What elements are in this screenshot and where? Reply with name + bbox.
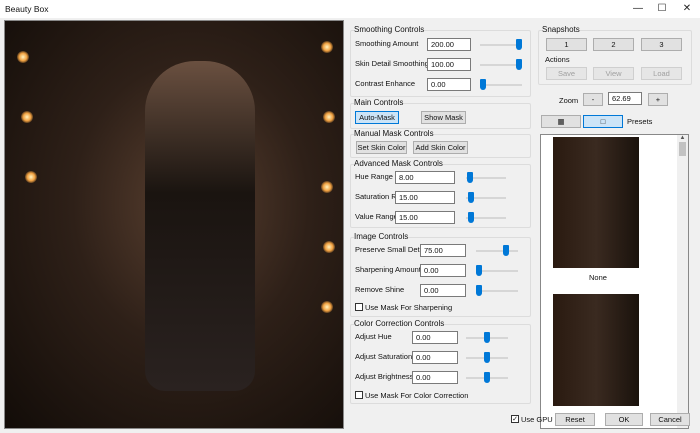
slider-thumb[interactable] [476,265,482,276]
grid-view-button[interactable]: ▦ [541,115,581,128]
window-title: Beauty Box [5,4,49,14]
single-view-icon: □ [600,117,606,126]
value-input[interactable]: 0.00 [412,371,458,384]
value-input[interactable]: 0.00 [427,78,471,91]
zoom-out-button[interactable]: - [583,93,603,106]
preview-image[interactable] [4,20,344,429]
value-input[interactable]: 75.00 [420,244,466,257]
slider-thumb[interactable] [484,332,490,343]
slider-thumb[interactable] [467,192,474,203]
presets-scrollbar[interactable]: ▲ [677,135,688,428]
save-button[interactable]: Save [546,67,587,80]
image-title: Image Controls [354,232,409,241]
color-title: Color Correction Controls [354,319,445,328]
field-label: Hue Range [355,172,393,181]
title-bar: Beauty Box — ☐ ✕ [0,0,700,18]
view-button[interactable]: View [593,67,634,80]
field-label: Skin Detail Smoothing [355,59,429,68]
grid-view-icon: ▦ [557,117,565,126]
main-title: Main Controls [354,98,404,107]
value-input[interactable]: 0.00 [412,331,458,344]
snapshot-3-button[interactable]: 3 [641,38,682,51]
use-mask-color-checkbox[interactable] [355,391,363,399]
slider-thumb[interactable] [467,172,474,183]
zoom-in-button[interactable]: + [648,93,668,106]
slider-track[interactable] [476,250,518,252]
slider-thumb[interactable] [480,79,486,90]
field-label: Sharpening Amount [355,265,421,274]
field-label: Value Range [355,212,398,221]
use-mask-sharpening-label: Use Mask For Sharpening [365,303,453,312]
use-mask-color-label: Use Mask For Color Correction [365,391,469,400]
load-button[interactable]: Load [641,67,682,80]
zoom-label: Zoom [559,96,579,105]
show-mask-button[interactable]: Show Mask [421,111,466,124]
slider-thumb[interactable] [484,372,490,383]
value-input[interactable]: 15.00 [395,211,455,224]
slider-track[interactable] [476,270,518,272]
auto-mask-button[interactable]: Auto-Mask [355,111,399,124]
maximize-button[interactable]: ☐ [650,2,674,16]
snapshot-2-button[interactable]: 2 [593,38,634,51]
slider-thumb[interactable] [467,212,474,223]
smoothing-title: Smoothing Controls [354,25,425,34]
field-label: Adjust Hue [355,332,392,341]
cancel-button[interactable]: Cancel [650,413,690,426]
zoom-input[interactable]: 62.69 [608,92,642,105]
single-view-button[interactable]: □ [583,115,623,128]
slider-thumb[interactable] [476,285,482,296]
slider-thumb[interactable] [503,245,509,256]
use-gpu-checkbox[interactable]: ✓ [511,415,519,423]
field-label: Adjust Brightness [355,372,414,381]
slider-track[interactable] [480,84,522,86]
preset-thumbnail[interactable] [553,294,639,406]
use-mask-sharpening-checkbox[interactable] [355,303,363,311]
presets-list[interactable]: None ▲ [540,134,689,429]
slider-thumb[interactable] [484,352,490,363]
value-input[interactable]: 15.00 [395,191,455,204]
add-skin-color-button[interactable]: Add Skin Color [413,141,468,154]
snapshot-1-button[interactable]: 1 [546,38,587,51]
set-skin-color-button[interactable]: Set Skin Color [356,141,407,154]
close-button[interactable]: ✕ [675,2,699,16]
value-input[interactable]: 100.00 [427,58,471,71]
field-label: Remove Shine [355,285,405,294]
preset-name: None [589,273,607,282]
use-gpu-label: Use GPU [521,415,553,424]
manual-title: Manual Mask Controls [354,129,434,138]
preset-thumbnail[interactable] [553,137,639,268]
field-label: Smoothing Amount [355,39,419,48]
value-input[interactable]: 0.00 [420,284,466,297]
minimize-button[interactable]: — [626,2,650,16]
value-input[interactable]: 200.00 [427,38,471,51]
slider-thumb[interactable] [516,39,522,50]
field-label: Contrast Enhance [355,79,416,88]
field-label: Adjust Saturation [355,352,413,361]
slider-track[interactable] [476,290,518,292]
value-input[interactable]: 8.00 [395,171,455,184]
reset-button[interactable]: Reset [555,413,595,426]
actions-title: Actions [545,55,570,64]
advanced-title: Advanced Mask Controls [354,159,443,168]
slider-thumb[interactable] [516,59,522,70]
value-input[interactable]: 0.00 [412,351,458,364]
field-label: Preserve Small Detail [355,245,428,254]
ok-button[interactable]: OK [605,413,643,426]
presets-label: Presets [627,117,653,126]
value-input[interactable]: 0.00 [420,264,466,277]
snapshots-title: Snapshots [542,25,580,34]
